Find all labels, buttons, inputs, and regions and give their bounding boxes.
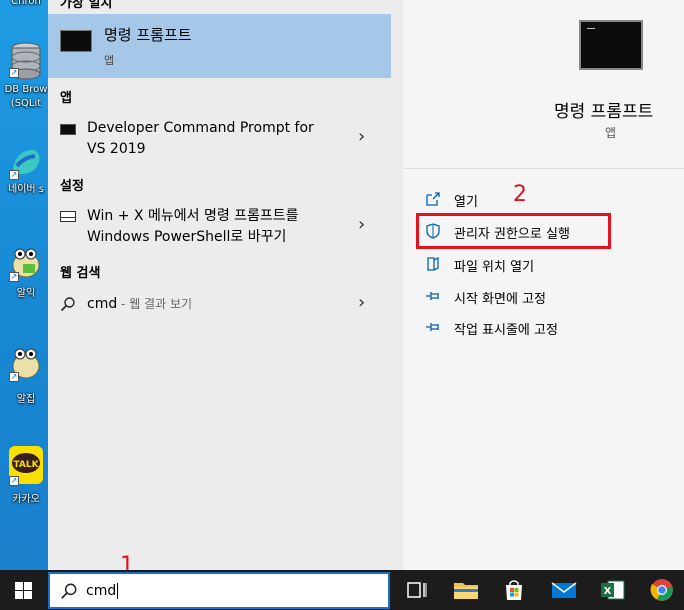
desktop-icon-naver[interactable]: ↗ 네이버 s	[4, 144, 48, 196]
taskbar: cmd X	[0, 570, 684, 610]
desktop-icon-chrome[interactable]: Chron	[4, 0, 48, 8]
command-prompt-icon	[60, 30, 92, 52]
mascot-icon: ↗	[9, 346, 43, 382]
chevron-right-icon[interactable]: ›	[358, 126, 365, 147]
best-match-subtitle: 앱	[104, 54, 115, 67]
command-prompt-large-icon	[579, 20, 643, 70]
search-icon	[60, 296, 76, 316]
action-open-file-location[interactable]: 파일 위치 열기	[425, 254, 665, 276]
shortcut-arrow-icon: ↗	[9, 170, 19, 180]
app-result-developer-command-prompt[interactable]: Developer Command Prompt for VS 2019 ›	[48, 118, 391, 164]
web-result-cmd[interactable]: cmd - 웹 결과 보기 ›	[48, 292, 391, 318]
pin-icon	[425, 288, 443, 304]
pin-icon	[425, 319, 443, 335]
svg-text:TALK: TALK	[13, 460, 39, 470]
task-view-icon[interactable]	[405, 578, 429, 602]
file-explorer-icon[interactable]	[453, 578, 478, 602]
action-open[interactable]: 열기	[425, 189, 665, 211]
windows-logo-icon	[15, 582, 32, 599]
shortcut-arrow-icon: ↗	[9, 272, 19, 282]
shortcut-arrow-icon: ↗	[9, 476, 19, 486]
best-match-header: 가장 일치	[60, 0, 113, 11]
web-query: cmd	[87, 296, 118, 312]
taskbar-search-input[interactable]: cmd	[48, 572, 390, 609]
detail-kind: 앱	[605, 126, 617, 140]
microsoft-store-icon[interactable]	[502, 578, 526, 602]
best-match-title: 명령 프롬프트	[104, 26, 192, 44]
search-icon	[60, 582, 78, 604]
desktop-icon-alyac[interactable]: ↗ 알익	[4, 246, 48, 300]
text-caret	[117, 583, 119, 599]
apps-header: 앱	[60, 91, 72, 106]
desktop-icon-alzip[interactable]: ↗ 알집	[4, 346, 48, 406]
start-button[interactable]	[0, 570, 48, 610]
svg-text:X: X	[604, 586, 612, 597]
divider	[403, 168, 684, 169]
action-pin-to-start[interactable]: 시작 화면에 고정	[425, 286, 665, 308]
best-match-item[interactable]: 명령 프롬프트 앱	[48, 14, 391, 78]
settings-header: 설정	[60, 179, 84, 194]
action-pin-to-taskbar[interactable]: 작업 표시줄에 고정	[425, 317, 665, 339]
shortcut-arrow-icon: ↗	[9, 68, 19, 78]
chevron-right-icon[interactable]: ›	[358, 214, 365, 235]
mail-icon[interactable]	[551, 578, 577, 602]
search-value: cmd	[86, 583, 117, 599]
app-detail-panel: 명령 프롬프트 앱 열기 관리자 권한으로 실행 파일 위치 열기 시작 화면에…	[403, 0, 684, 570]
settings-result-winx-menu[interactable]: Win + X 메뉴에서 명령 프롬프트를 Windows PowerShell…	[48, 206, 391, 252]
whale-icon: ↗	[9, 144, 43, 180]
web-search-header: 웹 검색	[60, 266, 101, 281]
desktop: Chron ↗ DB Brow (SQLit ↗ 네이버 s ↗ 알익 ↗ 알집…	[0, 0, 48, 570]
run-as-admin-highlight-box	[416, 213, 611, 249]
detail-title: 명령 프롬프트	[554, 102, 654, 122]
chrome-icon[interactable]	[650, 578, 674, 602]
command-prompt-icon	[60, 124, 76, 135]
search-results-panel: 가장 일치 명령 프롬프트 앱 앱 Developer Command Prom…	[48, 0, 403, 570]
settings-window-icon	[60, 211, 76, 222]
web-query-suffix: - 웹 결과 보기	[117, 297, 193, 311]
kakaotalk-icon: TALK ↗	[9, 446, 43, 486]
chevron-right-icon[interactable]: ›	[358, 292, 365, 313]
excel-icon[interactable]: X	[600, 578, 625, 602]
mascot-icon: ↗	[9, 246, 43, 282]
desktop-icon-db-browser[interactable]: ↗ DB Brow (SQLit	[4, 42, 48, 110]
database-icon: ↗	[9, 42, 43, 80]
shortcut-arrow-icon: ↗	[9, 372, 19, 382]
desktop-icon-kakaotalk[interactable]: TALK ↗ 카카오	[4, 446, 48, 506]
annotation-number-2: 2	[513, 182, 527, 207]
folder-icon	[425, 256, 443, 272]
open-icon	[425, 191, 443, 207]
